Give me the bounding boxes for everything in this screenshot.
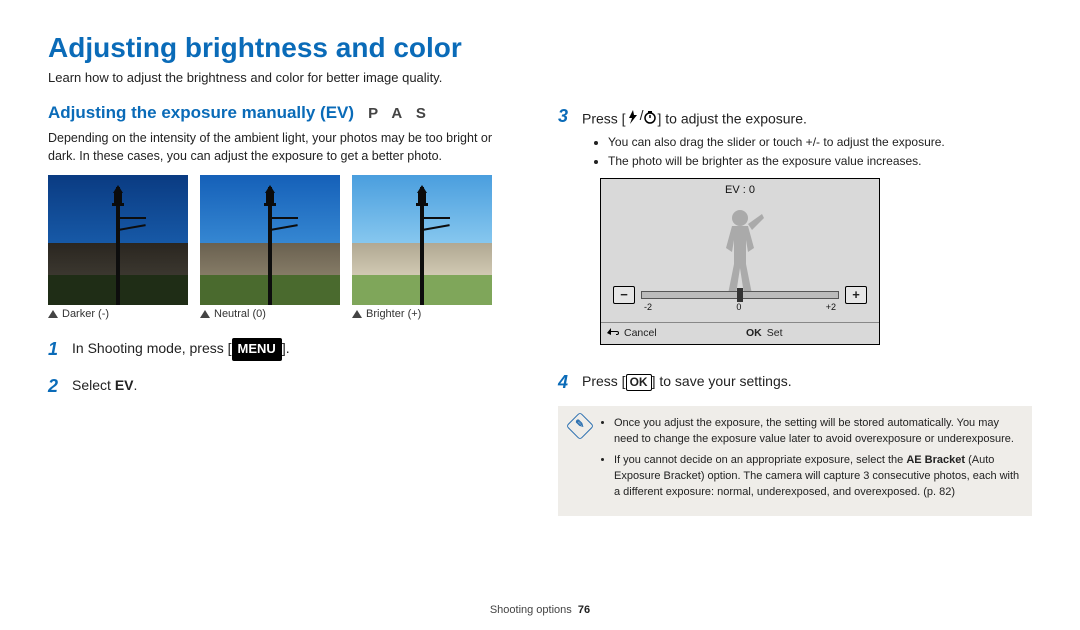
section-header: Adjusting the exposure manually (EV) P A… xyxy=(48,103,522,123)
exposure-examples: Darker (-) Neutral (0) xyxy=(48,175,522,320)
step-2: 2 Select EV. xyxy=(48,373,522,400)
ok-button-label: OK xyxy=(626,374,652,390)
right-column: 3 Press [ / ] to adjust the exposure. Yo… xyxy=(558,103,1032,516)
left-column: Adjusting the exposure manually (EV) P A… xyxy=(48,103,522,516)
triangle-icon xyxy=(352,310,362,318)
page-title: Adjusting brightness and color xyxy=(48,32,1032,64)
ev-set[interactable]: OK Set xyxy=(740,323,879,345)
two-column-layout: Adjusting the exposure manually (EV) P A… xyxy=(48,103,1032,516)
step-1: 1 In Shooting mode, press [MENU]. xyxy=(48,336,522,363)
ev-plus-button[interactable]: + xyxy=(845,286,867,304)
ev-cancel[interactable]: Cancel xyxy=(601,323,740,345)
info-icon: ✎ xyxy=(566,412,594,440)
ev-track[interactable]: -2 0 +2 xyxy=(641,291,839,299)
example-caption: Neutral (0) xyxy=(200,308,340,320)
step-4: 4 Press [OK] to save your settings. xyxy=(558,369,1032,396)
flash-icon xyxy=(626,109,640,123)
example-image xyxy=(200,175,340,305)
note-item: If you cannot decide on an appropriate e… xyxy=(614,453,1020,501)
example-caption: Darker (-) xyxy=(48,308,188,320)
person-silhouette-icon xyxy=(704,206,776,298)
timer-icon xyxy=(643,109,657,123)
back-icon xyxy=(607,328,619,338)
section-description: Depending on the intensity of the ambien… xyxy=(48,129,522,165)
ev-label: EV : 0 xyxy=(601,179,879,202)
nav-icons: / xyxy=(626,105,658,126)
page-intro: Learn how to adjust the brightness and c… xyxy=(48,70,1032,85)
example-darker: Darker (-) xyxy=(48,175,188,320)
menu-button-label: MENU xyxy=(232,338,282,361)
example-neutral: Neutral (0) xyxy=(200,175,340,320)
example-caption: Brighter (+) xyxy=(352,308,492,320)
section-title: Adjusting the exposure manually (EV) xyxy=(48,103,354,123)
page-footer: Shooting options 76 xyxy=(0,604,1080,616)
triangle-icon xyxy=(200,310,210,318)
steps-left: 1 In Shooting mode, press [MENU]. 2 Sele… xyxy=(48,336,522,400)
mode-indicators: P A S xyxy=(368,105,431,122)
ev-screen-illustration: EV : 0 − xyxy=(600,178,880,345)
step-3-bullets: You can also drag the slider or touch +/… xyxy=(582,134,945,171)
note-box: ✎ Once you adjust the exposure, the sett… xyxy=(558,406,1032,516)
manual-page: Adjusting brightness and color Learn how… xyxy=(0,0,1080,630)
step-3: 3 Press [ / ] to adjust the exposure. Yo… xyxy=(558,103,1032,359)
ev-minus-button[interactable]: − xyxy=(613,286,635,304)
note-item: Once you adjust the exposure, the settin… xyxy=(614,416,1020,448)
example-image xyxy=(48,175,188,305)
example-image xyxy=(352,175,492,305)
ev-slider: − -2 0 +2 + xyxy=(613,286,867,304)
example-brighter: Brighter (+) xyxy=(352,175,492,320)
triangle-icon xyxy=(48,310,58,318)
note-list: Once you adjust the exposure, the settin… xyxy=(600,416,1020,506)
ev-knob[interactable] xyxy=(737,288,743,302)
